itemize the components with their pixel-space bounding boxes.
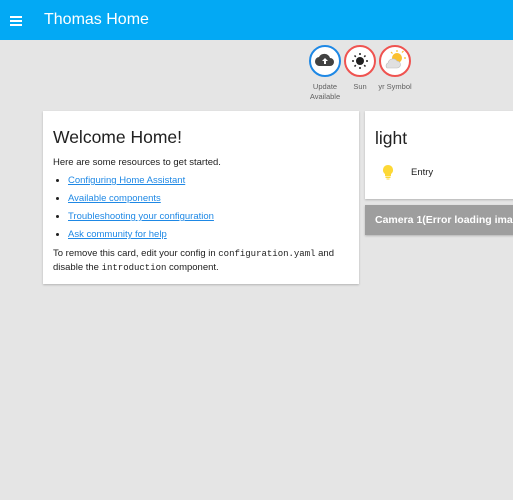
list-item: Troubleshooting your configuration bbox=[68, 211, 214, 223]
badge-label: Sun bbox=[353, 82, 367, 91]
welcome-card: Welcome Home! Here are some resources to… bbox=[43, 111, 359, 284]
outro-text: component. bbox=[169, 262, 219, 273]
light-card: light bbox=[365, 111, 513, 199]
list-item: Available components bbox=[68, 193, 214, 205]
outro-text: To remove this card, edit your config in bbox=[53, 248, 216, 259]
menu-icon[interactable] bbox=[8, 8, 26, 32]
weather-symbol-icon bbox=[379, 45, 411, 77]
welcome-intro: Here are some resources to get started. bbox=[53, 157, 221, 168]
badge-sun[interactable]: Sun bbox=[341, 45, 379, 92]
app-title: Thomas Home bbox=[44, 11, 149, 28]
badge-yr-symbol[interactable]: yr Symbol bbox=[376, 45, 414, 92]
link-troubleshooting[interactable]: Troubleshooting your configuration bbox=[68, 211, 214, 222]
entity-name-entry[interactable]: Entry bbox=[411, 167, 433, 179]
welcome-title: Welcome Home! bbox=[53, 127, 183, 147]
outro-code: configuration.yaml bbox=[218, 249, 316, 259]
link-community[interactable]: Ask community for help bbox=[68, 229, 167, 240]
camera-label: Camera 1(Error loading image) bbox=[375, 214, 513, 226]
outro-code: introduction bbox=[101, 263, 167, 273]
app-toolbar: Thomas Home bbox=[0, 0, 513, 40]
cloud-upload-icon bbox=[309, 45, 341, 77]
lightbulb-icon[interactable] bbox=[382, 164, 394, 180]
badge-label: yr Symbol bbox=[378, 82, 412, 91]
resource-list: Configuring Home Assistant Available com… bbox=[68, 175, 214, 247]
sun-icon bbox=[344, 45, 376, 77]
badge-update-available[interactable]: Update Available bbox=[306, 45, 344, 102]
badge-label: Update Available bbox=[309, 82, 341, 101]
list-item: Ask community for help bbox=[68, 229, 214, 241]
welcome-outro: To remove this card, edit your config in… bbox=[53, 247, 353, 275]
list-item: Configuring Home Assistant bbox=[68, 175, 214, 187]
link-configuring[interactable]: Configuring Home Assistant bbox=[68, 175, 185, 186]
light-card-title: light bbox=[375, 128, 408, 148]
link-components[interactable]: Available components bbox=[68, 193, 161, 204]
camera-card[interactable]: Camera 1(Error loading image) bbox=[365, 205, 513, 235]
